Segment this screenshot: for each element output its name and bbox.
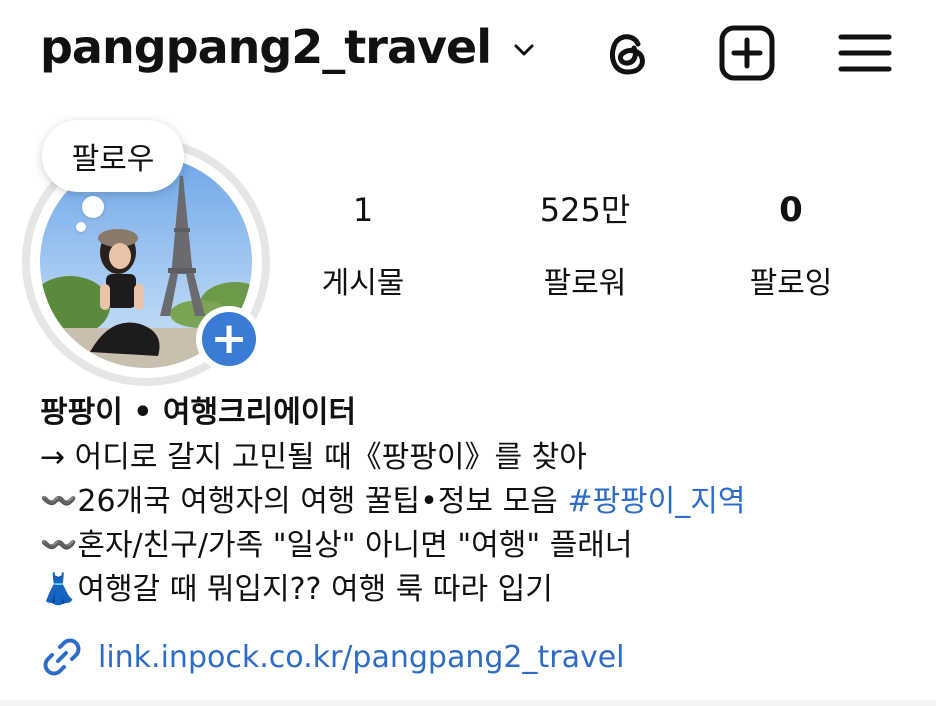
link-icon (43, 638, 81, 676)
bio-line-2-text: 〰️26개국 여행자의 여행 꿀팁•정보 모음 (40, 484, 568, 519)
note-bubble-tail-small (76, 222, 86, 232)
display-name: 팡팡이 • 여행크리에이터 (40, 395, 357, 430)
bio-line-3: 〰️혼자/친구/가족 "일상" 아니면 "여행" 플래너 (40, 528, 633, 563)
note-bubble-tail (82, 196, 104, 218)
menu-icon (838, 34, 892, 72)
bio-line-1: → 어디로 갈지 고민될 때《팡팡이》를 찾아 (40, 440, 587, 475)
profile-link[interactable]: link.inpock.co.kr/pangpang2_travel (40, 632, 625, 682)
posts-label: 게시물 (321, 266, 405, 301)
threads-button[interactable] (596, 22, 658, 84)
following-count: 0 (779, 190, 803, 230)
posts-count: 1 (352, 191, 374, 229)
note-bubble[interactable]: 팔로우 (42, 120, 184, 192)
profile-header: pangpang2_travel (0, 0, 936, 110)
chevron-down-icon[interactable] (510, 40, 538, 60)
followers-count: 525만 (539, 191, 631, 229)
stat-followers[interactable]: 525만 팔로워 (500, 188, 670, 302)
link-url[interactable]: link.inpock.co.kr/pangpang2_travel (98, 640, 625, 675)
divider (0, 700, 936, 706)
stat-following[interactable]: 0 팔로잉 (706, 188, 876, 302)
plus-icon: + (202, 312, 256, 366)
stat-posts[interactable]: 1 게시물 (278, 188, 448, 302)
profile-bio: 팡팡이 • 여행크리에이터 → 어디로 갈지 고민될 때《팡팡이》를 찾아 〰️… (40, 390, 920, 612)
following-label: 팔로잉 (749, 266, 833, 301)
username-switcher[interactable]: pangpang2_travel (40, 20, 492, 74)
new-post-icon (719, 25, 775, 81)
new-post-button[interactable] (716, 22, 778, 84)
followers-label: 팔로워 (543, 266, 627, 301)
menu-button[interactable] (834, 22, 896, 84)
bio-line-2: 〰️26개국 여행자의 여행 꿀팁•정보 모음 #팡팡이_지역 (40, 480, 920, 524)
hashtag-link[interactable]: #팡팡이_지역 (567, 484, 745, 519)
add-story-button[interactable]: + (196, 306, 262, 372)
bio-line-4: 👗여행갈 때 뭐입지?? 여행 룩 따라 입기 (40, 572, 553, 607)
threads-icon (610, 34, 645, 75)
